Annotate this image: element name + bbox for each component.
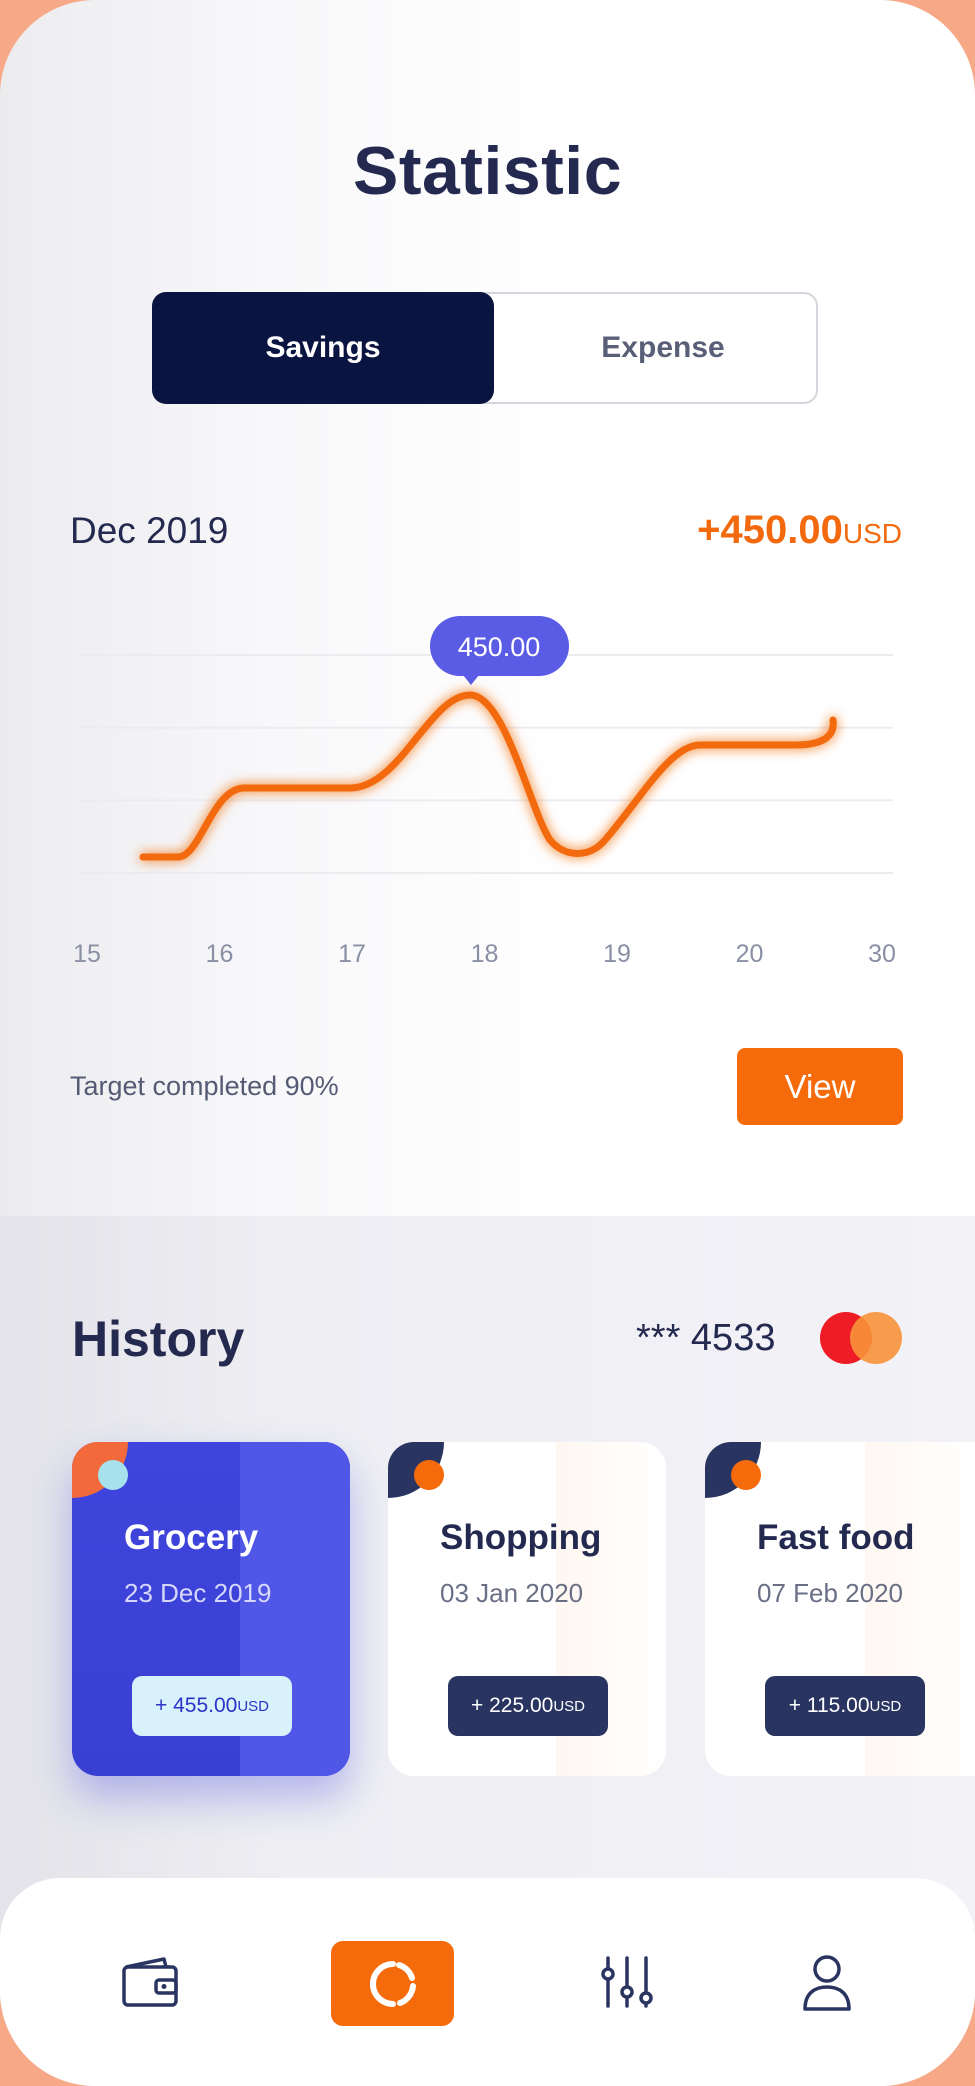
amount-value: + 115.00 xyxy=(788,1694,870,1717)
category-dot xyxy=(98,1460,128,1490)
mastercard-orange-circle xyxy=(850,1312,902,1364)
sliders-icon xyxy=(601,1956,653,2008)
user-icon xyxy=(803,1955,851,2011)
card-number: *** 4533 xyxy=(636,1317,776,1359)
amount-currency: USD xyxy=(842,518,902,549)
target-progress-text: Target completed 90% xyxy=(70,1071,339,1101)
history-card-date: 23 Dec 2019 xyxy=(124,1578,272,1608)
history-card-amount: + 225.00 USD xyxy=(448,1676,608,1736)
category-dot xyxy=(731,1460,761,1490)
chart-tooltip: 450.00 xyxy=(430,616,569,685)
history-card-fast-food[interactable]: Fast food 07 Feb 2020 + 115.00 USD xyxy=(705,1442,975,1776)
x-tick-label: 19 xyxy=(603,940,631,968)
amount-value: + 225.00 xyxy=(470,1694,554,1717)
phone-screen: Statistic Savings Expense Dec 2019 +450.… xyxy=(0,0,975,2086)
x-tick-label: 20 xyxy=(736,940,764,968)
tab-expense[interactable]: Expense xyxy=(492,292,834,404)
x-tick-label: 30 xyxy=(868,940,896,968)
history-card-grocery[interactable]: Grocery 23 Dec 2019 + 455.00 USD xyxy=(72,1442,350,1776)
amount-currency: USD xyxy=(553,1697,585,1715)
view-button[interactable]: View xyxy=(737,1048,903,1125)
period-label: Dec 2019 xyxy=(70,510,229,551)
history-card-amount: + 455.00 USD xyxy=(132,1676,292,1736)
total-amount: +450.00USD xyxy=(697,508,902,553)
history-card-date: 03 Jan 2020 xyxy=(440,1578,584,1608)
x-axis-ticks: 15 16 17 18 19 20 30 xyxy=(73,940,896,968)
x-tick-label: 18 xyxy=(471,940,499,968)
x-tick-label: 15 xyxy=(73,940,101,968)
statistic-icon xyxy=(369,1960,416,2007)
x-tick-label: 17 xyxy=(338,940,366,968)
nav-wallet[interactable] xyxy=(108,1940,192,2024)
history-card-shopping[interactable]: Shopping 03 Jan 2020 + 225.00 USD xyxy=(388,1442,666,1776)
amount-value: +450.00 xyxy=(697,508,843,552)
nav-profile[interactable] xyxy=(785,1940,869,2024)
mastercard-logo-icon[interactable] xyxy=(820,1312,902,1364)
history-card-name: Shopping xyxy=(440,1518,602,1557)
amount-currency: USD xyxy=(869,1697,902,1715)
wallet-icon xyxy=(122,1957,178,2007)
savings-line xyxy=(139,691,837,861)
amount-value: + 455.00 xyxy=(154,1694,238,1717)
nav-settings[interactable] xyxy=(585,1940,669,2024)
tooltip-value: 450.00 xyxy=(458,632,541,662)
tab-savings[interactable]: Savings xyxy=(152,292,494,404)
x-tick-label: 16 xyxy=(206,940,234,968)
savings-expense-toggle: Savings Expense xyxy=(152,292,818,404)
nav-statistic[interactable] xyxy=(331,1941,454,2026)
savings-chart: 450.00 15 16 17 18 19 20 30 xyxy=(73,616,896,968)
history-card-amount: + 115.00 USD xyxy=(765,1676,925,1736)
amount-currency: USD xyxy=(237,1697,269,1715)
history-card-name: Grocery xyxy=(124,1518,259,1557)
bottom-navigation xyxy=(0,1878,975,2086)
category-dot xyxy=(414,1460,444,1490)
chart-gridlines xyxy=(80,654,893,874)
page-title: Statistic xyxy=(352,133,623,209)
history-card-name: Fast food xyxy=(757,1518,915,1557)
history-card-date: 07 Feb 2020 xyxy=(757,1578,904,1608)
history-title: History xyxy=(72,1311,245,1367)
